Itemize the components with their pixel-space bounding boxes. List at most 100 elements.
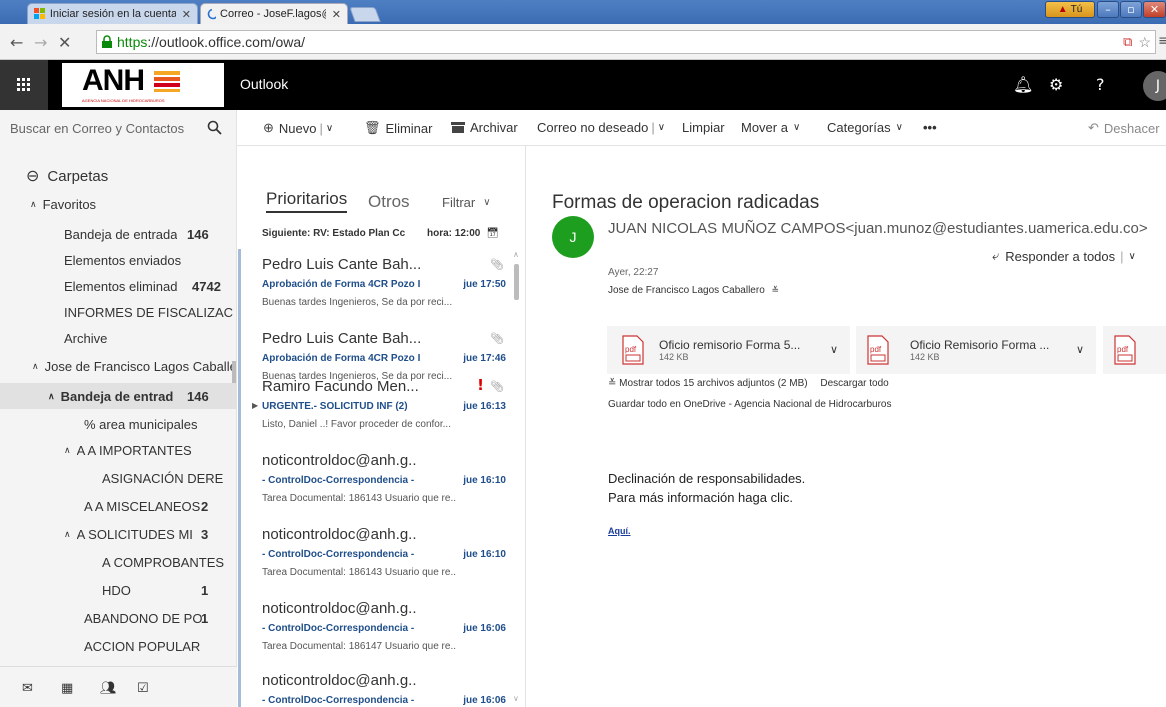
mail-icon[interactable]: ✉ bbox=[22, 681, 33, 696]
new-button[interactable]: ⊕ Nuevo | ∨ bbox=[263, 120, 333, 136]
folder-item-selected[interactable]: ∧ Bandeja de entrad 146 bbox=[0, 383, 236, 409]
sender-name[interactable]: JUAN NICOLAS MUÑOZ CAMPOS<juan.munoz@est… bbox=[608, 220, 1148, 237]
expand-thread-icon[interactable]: ▶ bbox=[252, 401, 258, 410]
help-icon[interactable]: ? bbox=[1096, 75, 1105, 94]
folder-item[interactable]: ABANDONO DE PO 1 bbox=[0, 605, 236, 631]
search-icon[interactable] bbox=[207, 120, 222, 135]
email-body: Declinación de responsabilidades. Para m… bbox=[608, 469, 805, 507]
scroll-down-icon[interactable]: ∨ bbox=[513, 694, 519, 703]
folder-item[interactable]: INFORMES DE FISCALIZAC bbox=[0, 299, 236, 325]
maximize-button[interactable]: ▫ bbox=[1120, 1, 1142, 18]
cast-icon[interactable]: ⧉ bbox=[1123, 34, 1132, 50]
minimize-button[interactable]: – bbox=[1097, 1, 1119, 18]
gear-icon[interactable]: ⚙ bbox=[1049, 75, 1063, 94]
folders-header[interactable]: ⊖ Carpetas bbox=[0, 163, 236, 189]
tab-other[interactable]: Otros bbox=[368, 192, 410, 212]
chevron-down-icon[interactable]: ∨ bbox=[1129, 251, 1136, 262]
url-field[interactable]: https://outlook.office.com/owa/ ⧉ ☆ bbox=[96, 30, 1156, 54]
folder-item[interactable]: ASIGNACIÓN DERE bbox=[0, 465, 236, 491]
sweep-button[interactable]: Limpiar bbox=[682, 120, 725, 135]
folder-item[interactable]: % area municipales bbox=[0, 411, 236, 437]
menu-icon[interactable]: ≡ bbox=[1158, 33, 1166, 49]
browser-user-badge[interactable]: ▲ Tú bbox=[1045, 1, 1095, 18]
filter-button[interactable]: Filtrar ∨ bbox=[442, 195, 491, 210]
forward-arrow-icon[interactable]: → bbox=[34, 33, 47, 52]
svg-text:pdf: pdf bbox=[1117, 345, 1129, 354]
message-item[interactable]: Ramiro Facundo Men... ! 📎︎ ▶ URGENTE.- S… bbox=[238, 371, 514, 445]
message-item[interactable]: Pedro Luis Cante Bah... 📎︎ Aprobación de… bbox=[238, 249, 514, 323]
account-header[interactable]: ∧ Jose de Francisco Lagos Caballero bbox=[0, 353, 236, 379]
junk-label: Correo no deseado bbox=[537, 120, 649, 135]
folder-item[interactable]: ∧ A SOLICITUDES MISI 3 bbox=[0, 521, 236, 547]
calendar-icon[interactable]: ▦ bbox=[61, 681, 73, 696]
tasks-icon[interactable]: ☑ bbox=[137, 681, 149, 696]
message-list: Prioritarios Otros Filtrar ∨ Siguiente: R… bbox=[238, 146, 526, 707]
junk-button[interactable]: Correo no deseado | ∨ bbox=[537, 120, 665, 135]
message-subject: Aprobación de Forma 4CR Pozo I bbox=[262, 353, 421, 364]
bell-icon[interactable]: 🔔︎ bbox=[1013, 75, 1033, 94]
bookmark-star-icon[interactable]: ☆ bbox=[1138, 34, 1151, 51]
folder-item[interactable]: Archive bbox=[0, 325, 236, 351]
chevron-down-icon[interactable]: ∨ bbox=[658, 122, 665, 133]
recipient-name: Jose de Francisco Lagos Caballero bbox=[608, 285, 765, 296]
close-window-button[interactable]: ✕ bbox=[1143, 1, 1166, 18]
body-link[interactable]: Aquí. bbox=[608, 526, 631, 536]
folder-item[interactable]: ACCION POPULAR bbox=[0, 633, 236, 659]
chevron-down-icon[interactable]: ∨ bbox=[326, 123, 333, 134]
folder-item[interactable]: Elementos eliminad 4742 bbox=[0, 273, 236, 299]
download-all-link[interactable]: Descargar todo bbox=[820, 378, 888, 389]
user-avatar[interactable]: J bbox=[1143, 71, 1166, 101]
reply-all-button[interactable]: ⤶ Responder a todos | ∨ bbox=[992, 248, 1136, 264]
back-arrow-icon[interactable]: ← bbox=[10, 33, 23, 52]
tab-focused[interactable]: Prioritarios bbox=[266, 189, 348, 213]
chevron-down-icon[interactable]: ∨ bbox=[830, 343, 838, 356]
folder-item[interactable]: A COMPROBANTES bbox=[0, 549, 236, 575]
stop-icon[interactable]: ✕ bbox=[58, 33, 71, 52]
chevron-down-icon[interactable]: ∨ bbox=[1076, 343, 1084, 356]
close-tab-icon[interactable]: ✕ bbox=[326, 8, 341, 21]
categories-button[interactable]: Categorías ∨ bbox=[827, 120, 903, 135]
favorites-toggle[interactable]: ∧ Favoritos bbox=[0, 191, 236, 217]
message-preview: Buenas tardes Ingenieros, Se da por reci… bbox=[262, 297, 453, 308]
attachment-card[interactable]: pdf Oficio remisorio Forma 5... 142 KB ∨ bbox=[607, 326, 850, 374]
browser-tab-mail[interactable]: Correo - JoseF.lagos@anh.g ✕ bbox=[200, 3, 348, 24]
new-label: Nuevo bbox=[278, 120, 317, 136]
folder-item[interactable]: ∧ A A IMPORTANTES bbox=[0, 437, 236, 463]
folder-label: A A IMPORTANTES bbox=[76, 442, 192, 458]
browser-tab-signin[interactable]: Iniciar sesión en la cuenta ✕ bbox=[27, 3, 198, 24]
list-scrollbar-thumb[interactable] bbox=[514, 264, 519, 300]
archive-button[interactable]: Archivar bbox=[451, 120, 518, 135]
url-scheme: https bbox=[117, 34, 148, 50]
attachment-name: Oficio remisorio Forma 5... bbox=[659, 338, 801, 352]
people-icon[interactable]: 👥︎ bbox=[100, 681, 117, 696]
message-item[interactable]: noticontroldoc@anh.g.. - ControlDoc-Corr… bbox=[238, 593, 514, 667]
folder-item[interactable]: Elementos enviados bbox=[0, 247, 236, 273]
folder-item[interactable]: Bandeja de entrada 146 bbox=[0, 221, 236, 247]
message-item[interactable]: noticontroldoc@anh.g.. - ControlDoc-Corr… bbox=[238, 519, 514, 593]
show-all-attachments-link[interactable]: ≚ Mostrar todos 15 archivos adjuntos (2 … bbox=[608, 378, 808, 389]
undo-button[interactable]: ↶ Deshacer bbox=[1088, 120, 1160, 136]
move-to-button[interactable]: Mover a ∨ bbox=[741, 120, 800, 135]
anh-logo[interactable]: ANH AGENCIA NACIONAL DE HIDROCARBUROS bbox=[62, 63, 224, 107]
more-button[interactable]: ••• bbox=[923, 120, 937, 135]
attachment-card[interactable]: pdf bbox=[1103, 326, 1166, 374]
tab-title: Iniciar sesión en la cuenta bbox=[49, 8, 176, 20]
recipient-line[interactable]: Jose de Francisco Lagos Caballero ≚ bbox=[608, 285, 779, 296]
close-tab-icon[interactable]: ✕ bbox=[176, 8, 191, 21]
attachment-card[interactable]: pdf Oficio Remisorio Forma ... 142 KB ∨ bbox=[856, 326, 1096, 374]
folder-item[interactable]: HDO 1 bbox=[0, 577, 236, 603]
save-onedrive-link[interactable]: Guardar todo en OneDrive - Agencia Nacio… bbox=[608, 399, 892, 410]
message-item[interactable]: noticontroldoc@anh.g.. - ControlDoc-Corr… bbox=[238, 445, 514, 519]
scroll-up-icon[interactable]: ∧ bbox=[513, 250, 519, 259]
search-box[interactable]: Buscar en Correo y Contactos bbox=[0, 110, 237, 146]
new-tab-button[interactable] bbox=[349, 7, 381, 22]
message-item[interactable]: noticontroldoc@anh.g.. - ControlDoc-Corr… bbox=[238, 665, 514, 707]
vertical-scrollbar[interactable] bbox=[232, 361, 236, 383]
folder-label: A COMPROBANTES bbox=[102, 554, 225, 570]
app-launcher-button[interactable] bbox=[0, 60, 48, 110]
sender-avatar[interactable]: J bbox=[552, 216, 594, 258]
message-time: jue 16:06 bbox=[463, 623, 506, 634]
delete-button[interactable]: 🗑︎ Eliminar bbox=[364, 120, 432, 136]
next-event[interactable]: Siguiente: RV: Estado Plan Cc hora: 12:0… bbox=[262, 228, 499, 239]
folder-item[interactable]: A A MISCELANEOS 2 bbox=[0, 493, 236, 519]
